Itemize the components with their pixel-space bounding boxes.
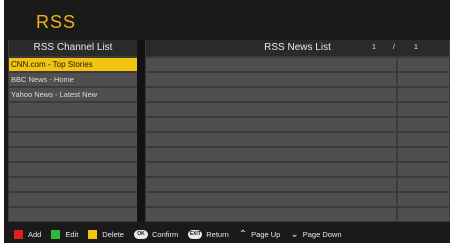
page-separator: /	[393, 44, 395, 51]
return-label[interactable]: Return	[206, 230, 229, 239]
page-current: 1	[372, 44, 376, 51]
news-list-title: RSS News List	[264, 42, 331, 53]
channel-item-empty[interactable]	[9, 133, 137, 146]
news-list	[146, 58, 449, 223]
panel-divider	[137, 40, 145, 222]
channel-list-header: RSS Channel List	[9, 40, 137, 56]
yellow-key-icon[interactable]	[88, 230, 98, 239]
news-list-header: RSS News List 1 / 1	[146, 40, 449, 56]
page-up-label[interactable]: Page Up	[251, 230, 280, 239]
exit-key-icon[interactable]: EXIT	[188, 230, 203, 239]
green-key-icon[interactable]	[51, 230, 61, 239]
news-row[interactable]	[146, 58, 449, 71]
channel-item-empty[interactable]	[9, 208, 137, 221]
channel-item-empty[interactable]	[9, 148, 137, 161]
channel-item-empty[interactable]	[9, 118, 137, 131]
news-row[interactable]	[146, 88, 449, 101]
channel-list: CNN.com - Top Stories BBC News - Home Ya…	[9, 58, 137, 223]
ok-key-icon[interactable]: OK	[133, 230, 148, 239]
news-row[interactable]	[146, 178, 449, 191]
news-row[interactable]	[146, 133, 449, 146]
channel-item-empty[interactable]	[9, 178, 137, 191]
channel-item-cnn[interactable]: CNN.com - Top Stories	[9, 58, 137, 71]
channel-item-empty[interactable]	[9, 163, 137, 176]
chevron-down-icon[interactable]: ⌄	[290, 230, 298, 240]
news-row[interactable]	[146, 103, 449, 116]
rss-screen: RSS RSS Channel List CNN.com - Top Stori…	[4, 0, 450, 243]
add-label[interactable]: Add	[28, 230, 41, 239]
channel-item-yahoo[interactable]: Yahoo News - Latest New	[9, 88, 137, 101]
page-total: 1	[414, 44, 418, 51]
news-list-panel: RSS News List 1 / 1	[146, 40, 449, 222]
news-row[interactable]	[146, 118, 449, 131]
confirm-label[interactable]: Confirm	[152, 230, 178, 239]
channel-item-empty[interactable]	[9, 193, 137, 206]
channel-list-panel: RSS Channel List CNN.com - Top Stories B…	[9, 40, 137, 222]
page-title: RSS	[36, 12, 77, 32]
channel-item-empty[interactable]	[9, 103, 137, 116]
delete-label[interactable]: Delete	[102, 230, 124, 239]
chevron-up-icon[interactable]: ⌃	[239, 230, 247, 240]
channel-item-bbc[interactable]: BBC News - Home	[9, 73, 137, 86]
news-row[interactable]	[146, 193, 449, 206]
news-row[interactable]	[146, 163, 449, 176]
key-help-bar: Add Edit Delete OK Confirm EXIT Return ⌃…	[4, 226, 450, 243]
red-key-icon[interactable]	[14, 230, 23, 239]
main-area: RSS Channel List CNN.com - Top Stories B…	[8, 40, 450, 222]
news-row[interactable]	[146, 208, 449, 221]
news-row[interactable]	[146, 148, 449, 161]
edit-label[interactable]: Edit	[65, 230, 78, 239]
news-row[interactable]	[146, 73, 449, 86]
page-down-label[interactable]: Page Down	[303, 230, 342, 239]
